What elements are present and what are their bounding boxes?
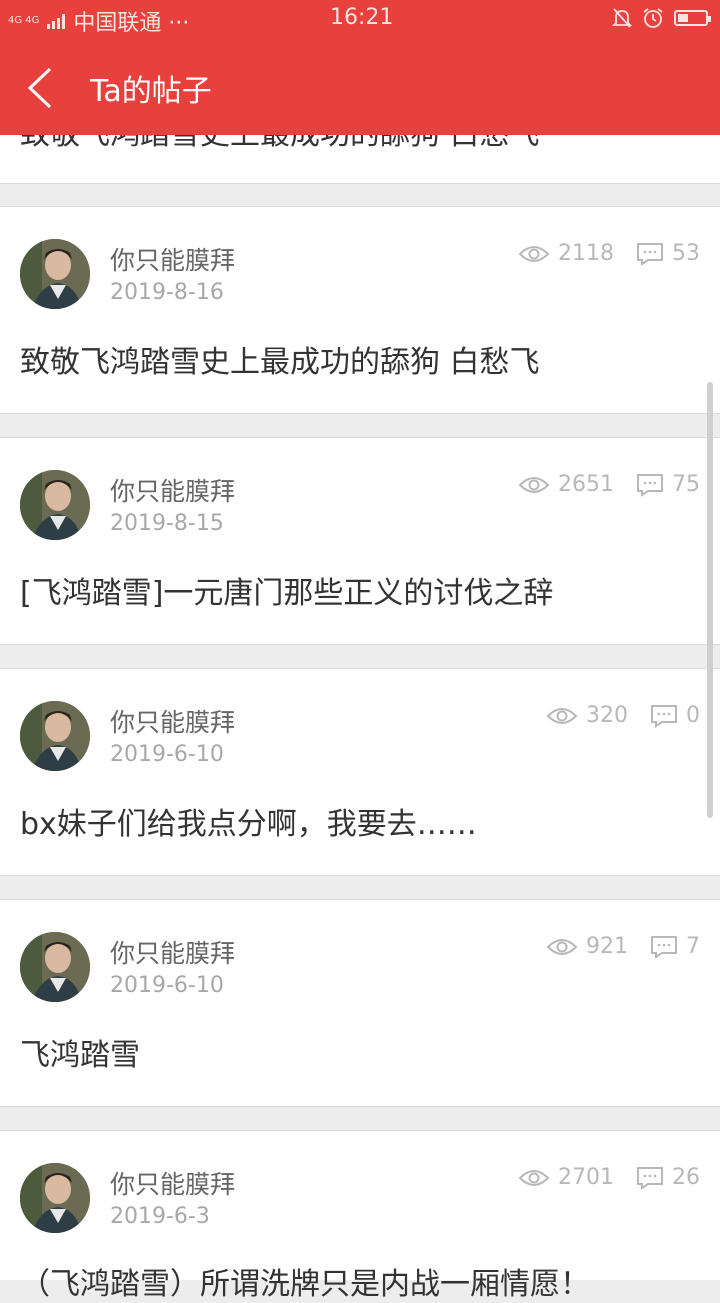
- post-title: 飞鸿踏雪: [20, 1038, 140, 1073]
- carrier-name: 中国联通 ···: [73, 11, 190, 36]
- comment-icon: [651, 935, 677, 959]
- post-title: [飞鸿踏雪]一元唐门那些正义的讨伐之辞: [20, 576, 554, 611]
- post-card[interactable]: 你只能膜拜 2019-6-3 2701 26 （飞鸿踏雪）所谓洗牌只是内战一厢情…: [0, 1130, 720, 1302]
- comment-count: 7: [686, 934, 700, 959]
- author-name[interactable]: 你只能膜拜: [110, 472, 235, 508]
- author-name[interactable]: 你只能膜拜: [110, 703, 235, 739]
- post-date: 2019-6-10: [110, 742, 224, 767]
- author-name[interactable]: 你只能膜拜: [110, 934, 235, 970]
- view-count: 320: [586, 703, 628, 728]
- post-stats: 2118 53: [518, 241, 700, 266]
- status-time: 16:21: [330, 5, 394, 30]
- avatar[interactable]: [20, 239, 90, 309]
- avatar[interactable]: [20, 1163, 90, 1233]
- status-right: [612, 7, 711, 29]
- network-type: 4G 4G: [8, 15, 40, 26]
- comment-count: 75: [672, 472, 700, 497]
- post-card[interactable]: 你只能膜拜 2019-6-10 921 7 飞鸿踏雪: [0, 899, 720, 1107]
- comment-icon: [637, 242, 663, 266]
- post-card[interactable]: 你只能膜拜 2019-8-16 2118 53 致敬飞鸿踏雪史上最成功的舔狗 白…: [0, 206, 720, 414]
- post-card[interactable]: 你只能膜拜 2019-8-15 2651 75 [飞鸿踏雪]一元唐门那些正义的讨…: [0, 437, 720, 645]
- eye-icon: [518, 245, 550, 262]
- post-date: 2019-6-10: [110, 973, 224, 998]
- comment-icon: [637, 473, 663, 497]
- post-title: （飞鸿踏雪）所谓洗牌只是内战一厢情愿！: [20, 1267, 590, 1302]
- post-date: 2019-6-3: [110, 1204, 210, 1229]
- view-count: 2701: [558, 1165, 614, 1190]
- post-title: 致敬飞鸿踏雪史上最成功的舔狗 白愁飞: [20, 345, 540, 380]
- status-bar: 4G 4G 中国联通 ··· 16:21: [0, 0, 720, 38]
- post-date: 2019-8-16: [110, 280, 224, 305]
- post-stats: 2651 75: [518, 472, 700, 497]
- comment-icon: [637, 1166, 663, 1190]
- view-count: 2651: [558, 472, 614, 497]
- signal-icon: [47, 13, 66, 29]
- comment-count: 0: [686, 703, 700, 728]
- comment-count: 53: [672, 241, 700, 266]
- status-left: 4G 4G 中国联通 ···: [8, 5, 189, 37]
- page-title: Ta的帖子: [90, 74, 212, 109]
- battery-icon: [674, 10, 711, 26]
- post-card[interactable]: 你只能膜拜 2019-6-10 320 0 bx妹子们给我点分啊，我要去……: [0, 668, 720, 876]
- eye-icon: [518, 476, 550, 493]
- app-header: 4G 4G 中国联通 ··· 16:21 Ta的帖子: [0, 0, 720, 135]
- eye-icon: [518, 1169, 550, 1186]
- comment-count: 26: [672, 1165, 700, 1190]
- avatar[interactable]: [20, 470, 90, 540]
- author-name[interactable]: 你只能膜拜: [110, 1165, 235, 1201]
- post-stats: 320 0: [546, 703, 700, 728]
- avatar[interactable]: [20, 932, 90, 1002]
- post-stats: 921 7: [546, 934, 700, 959]
- eye-icon: [546, 707, 578, 724]
- post-date: 2019-8-15: [110, 511, 224, 536]
- view-count: 921: [586, 934, 628, 959]
- alarm-clock-icon: [643, 8, 663, 28]
- navigation-bar: Ta的帖子: [0, 38, 720, 135]
- view-count: 2118: [558, 241, 614, 266]
- bell-muted-icon: [612, 8, 632, 28]
- back-arrow-icon[interactable]: [22, 63, 62, 113]
- author-name[interactable]: 你只能膜拜: [110, 241, 235, 277]
- post-title: bx妹子们给我点分啊，我要去……: [20, 807, 477, 842]
- post-stats: 2701 26: [518, 1165, 700, 1190]
- scrollbar[interactable]: [707, 382, 713, 818]
- avatar[interactable]: [20, 701, 90, 771]
- comment-icon: [651, 704, 677, 728]
- eye-icon: [546, 938, 578, 955]
